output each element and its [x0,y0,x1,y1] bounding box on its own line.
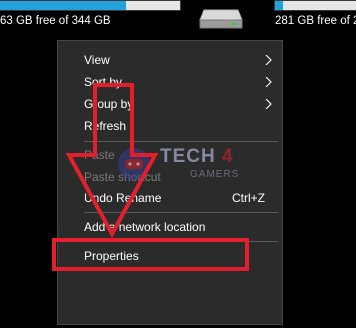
chevron-right-icon [265,55,272,65]
menu-item-shortcut: Ctrl+Z [232,191,265,205]
menu-item-label: View [84,53,110,67]
menu-item-label: Undo Rename [84,191,162,205]
menu-item-paste[interactable]: Paste [58,144,282,166]
menu-item-add-network-location[interactable]: Add a network location [58,216,282,238]
menu-separator [84,212,278,213]
context-menu: View Sort by Group by Refresh Paste Past… [57,40,283,325]
menu-item-refresh[interactable]: Refresh [58,115,282,137]
chevron-right-icon [265,99,272,109]
menu-item-label: Group by [84,97,134,111]
menu-item-label: Paste [84,148,115,162]
drive-usage-bar [0,0,181,11]
screen: 63 GB free of 344 GB 281 GB free of 292 … [0,0,356,328]
menu-item-undo-rename[interactable]: Undo Rename Ctrl+Z [58,187,282,209]
drive-usage-bar [274,0,356,11]
drive-free-space-text: 281 GB free of 292 GB [275,15,356,27]
menu-item-paste-shortcut[interactable]: Paste shortcut [58,166,282,188]
menu-item-label: Paste shortcut [84,170,161,184]
drive-free-space-text: 63 GB free of 344 GB [0,15,111,27]
hard-drive-icon[interactable] [198,4,244,30]
chevron-right-icon [265,77,272,87]
menu-item-label: Refresh [84,119,127,133]
menu-item-group-by[interactable]: Group by [58,93,282,115]
menu-item-label: Sort by [84,75,123,89]
menu-item-sort-by[interactable]: Sort by [58,71,282,93]
menu-separator [84,241,278,242]
menu-item-view[interactable]: View [58,49,282,71]
menu-separator [84,141,278,142]
menu-item-properties[interactable]: Properties [58,245,282,267]
menu-item-label: Add a network location [84,220,206,234]
menu-item-label: Properties [84,249,139,263]
